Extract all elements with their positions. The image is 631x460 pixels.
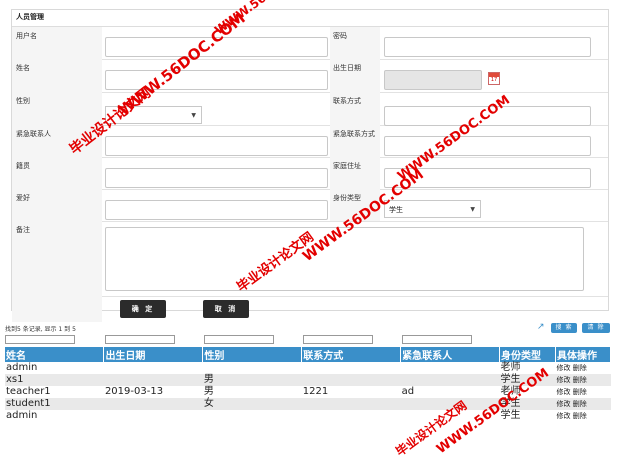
row-actions[interactable]: 修改 删除 <box>555 398 611 410</box>
filter-birth-input[interactable] <box>105 335 175 344</box>
identity-label: 身份类型 <box>333 194 361 202</box>
gender-select[interactable]: ▼ <box>105 106 202 124</box>
identity-select[interactable]: 学生 ▼ <box>384 200 481 218</box>
table-header-row: 姓名 出生日期 性别 联系方式 紧急联系人 身份类型 具体操作 <box>5 347 612 362</box>
chevron-down-icon: ▼ <box>470 206 475 213</box>
person-management-panel: 人员管理 用户名 密码 姓名 出生日期 17 性别 ▼ 联系方式 紧急联系人 紧… <box>11 9 609 322</box>
table-row: xs1 男学生 修改 删除 <box>5 374 611 386</box>
origin-label: 籍贯 <box>16 162 30 170</box>
filter-name-input[interactable] <box>5 335 75 344</box>
address-input[interactable] <box>384 168 591 188</box>
cancel-button[interactable]: 取 消 <box>203 300 249 318</box>
contact-input[interactable] <box>384 106 591 126</box>
person-form: 用户名 密码 姓名 出生日期 17 性别 ▼ 联系方式 紧急联系人 紧急联系方式… <box>12 26 608 322</box>
password-input[interactable] <box>384 37 591 57</box>
form-actions-row: 确 定 取 消 <box>12 296 608 322</box>
hobby-label: 爱好 <box>16 194 30 202</box>
form-row: 姓名 出生日期 17 <box>12 59 608 93</box>
address-label: 家庭住址 <box>333 162 361 170</box>
form-row: 性别 ▼ 联系方式 <box>12 92 608 126</box>
person-table: 姓名 出生日期 性别 联系方式 紧急联系人 身份类型 具体操作 admin 老师修… <box>5 347 612 422</box>
column-header[interactable]: 姓名 <box>5 347 105 362</box>
row-actions[interactable]: 修改 删除 <box>555 374 611 386</box>
column-header[interactable]: 联系方式 <box>301 347 402 362</box>
birth-date-label: 出生日期 <box>333 64 361 72</box>
form-row: 籍贯 家庭住址 <box>12 157 608 190</box>
username-input[interactable] <box>105 37 328 57</box>
password-label: 密码 <box>333 32 347 40</box>
remark-label: 备注 <box>16 226 30 234</box>
form-row: 用户名 密码 <box>12 27 608 60</box>
form-row: 爱好 身份类型 学生 ▼ <box>12 189 608 222</box>
column-header[interactable]: 紧急联系人 <box>400 347 501 362</box>
name-label: 姓名 <box>16 64 30 72</box>
table-row: admin 学生 修改 删除 <box>5 410 611 422</box>
confirm-button[interactable]: 确 定 <box>120 300 166 318</box>
column-header: 具体操作 <box>555 347 612 362</box>
form-row: 紧急联系人 紧急联系方式 <box>12 125 608 158</box>
table-row: teacher1 2019-03-13 男 1221 ad 老师 修改 删除 <box>5 386 611 398</box>
column-header[interactable]: 身份类型 <box>499 347 556 362</box>
column-header[interactable]: 出生日期 <box>103 347 204 362</box>
chevron-down-icon: ▼ <box>191 112 196 119</box>
emergency-phone-input[interactable] <box>384 136 591 156</box>
table-row: admin 老师 修改 删除 <box>5 362 611 374</box>
birth-date-input[interactable] <box>384 70 482 90</box>
remark-textarea[interactable] <box>105 227 584 291</box>
record-count: 找到5 条记录, 显示 1 到 5 <box>5 326 76 333</box>
row-actions[interactable]: 修改 删除 <box>555 362 610 374</box>
form-row: 备注 <box>12 221 608 297</box>
column-header[interactable]: 性别 <box>202 347 303 362</box>
origin-input[interactable] <box>105 168 328 188</box>
search-button[interactable]: 搜 索 <box>551 323 577 333</box>
row-actions[interactable]: 修改 删除 <box>555 410 610 422</box>
gender-label: 性别 <box>16 97 30 105</box>
emergency-contact-label: 紧急联系人 <box>16 130 51 138</box>
username-label: 用户名 <box>16 32 37 40</box>
export-icon[interactable]: ↗ <box>537 323 546 332</box>
table-row: student1 女学生 修改 删除 <box>5 398 611 410</box>
row-actions[interactable]: 修改 删除 <box>555 386 610 398</box>
filter-contact-input[interactable] <box>303 335 373 344</box>
calendar-icon[interactable]: 17 <box>488 72 500 85</box>
clear-button[interactable]: 清 除 <box>582 323 610 333</box>
emergency-phone-label: 紧急联系方式 <box>333 130 375 138</box>
hobby-input[interactable] <box>105 200 328 220</box>
filter-emergency-input[interactable] <box>402 335 472 344</box>
contact-label: 联系方式 <box>333 97 361 105</box>
filter-gender-input[interactable] <box>204 335 274 344</box>
panel-title: 人员管理 <box>16 13 44 21</box>
name-input[interactable] <box>105 70 328 90</box>
emergency-contact-input[interactable] <box>105 136 328 156</box>
